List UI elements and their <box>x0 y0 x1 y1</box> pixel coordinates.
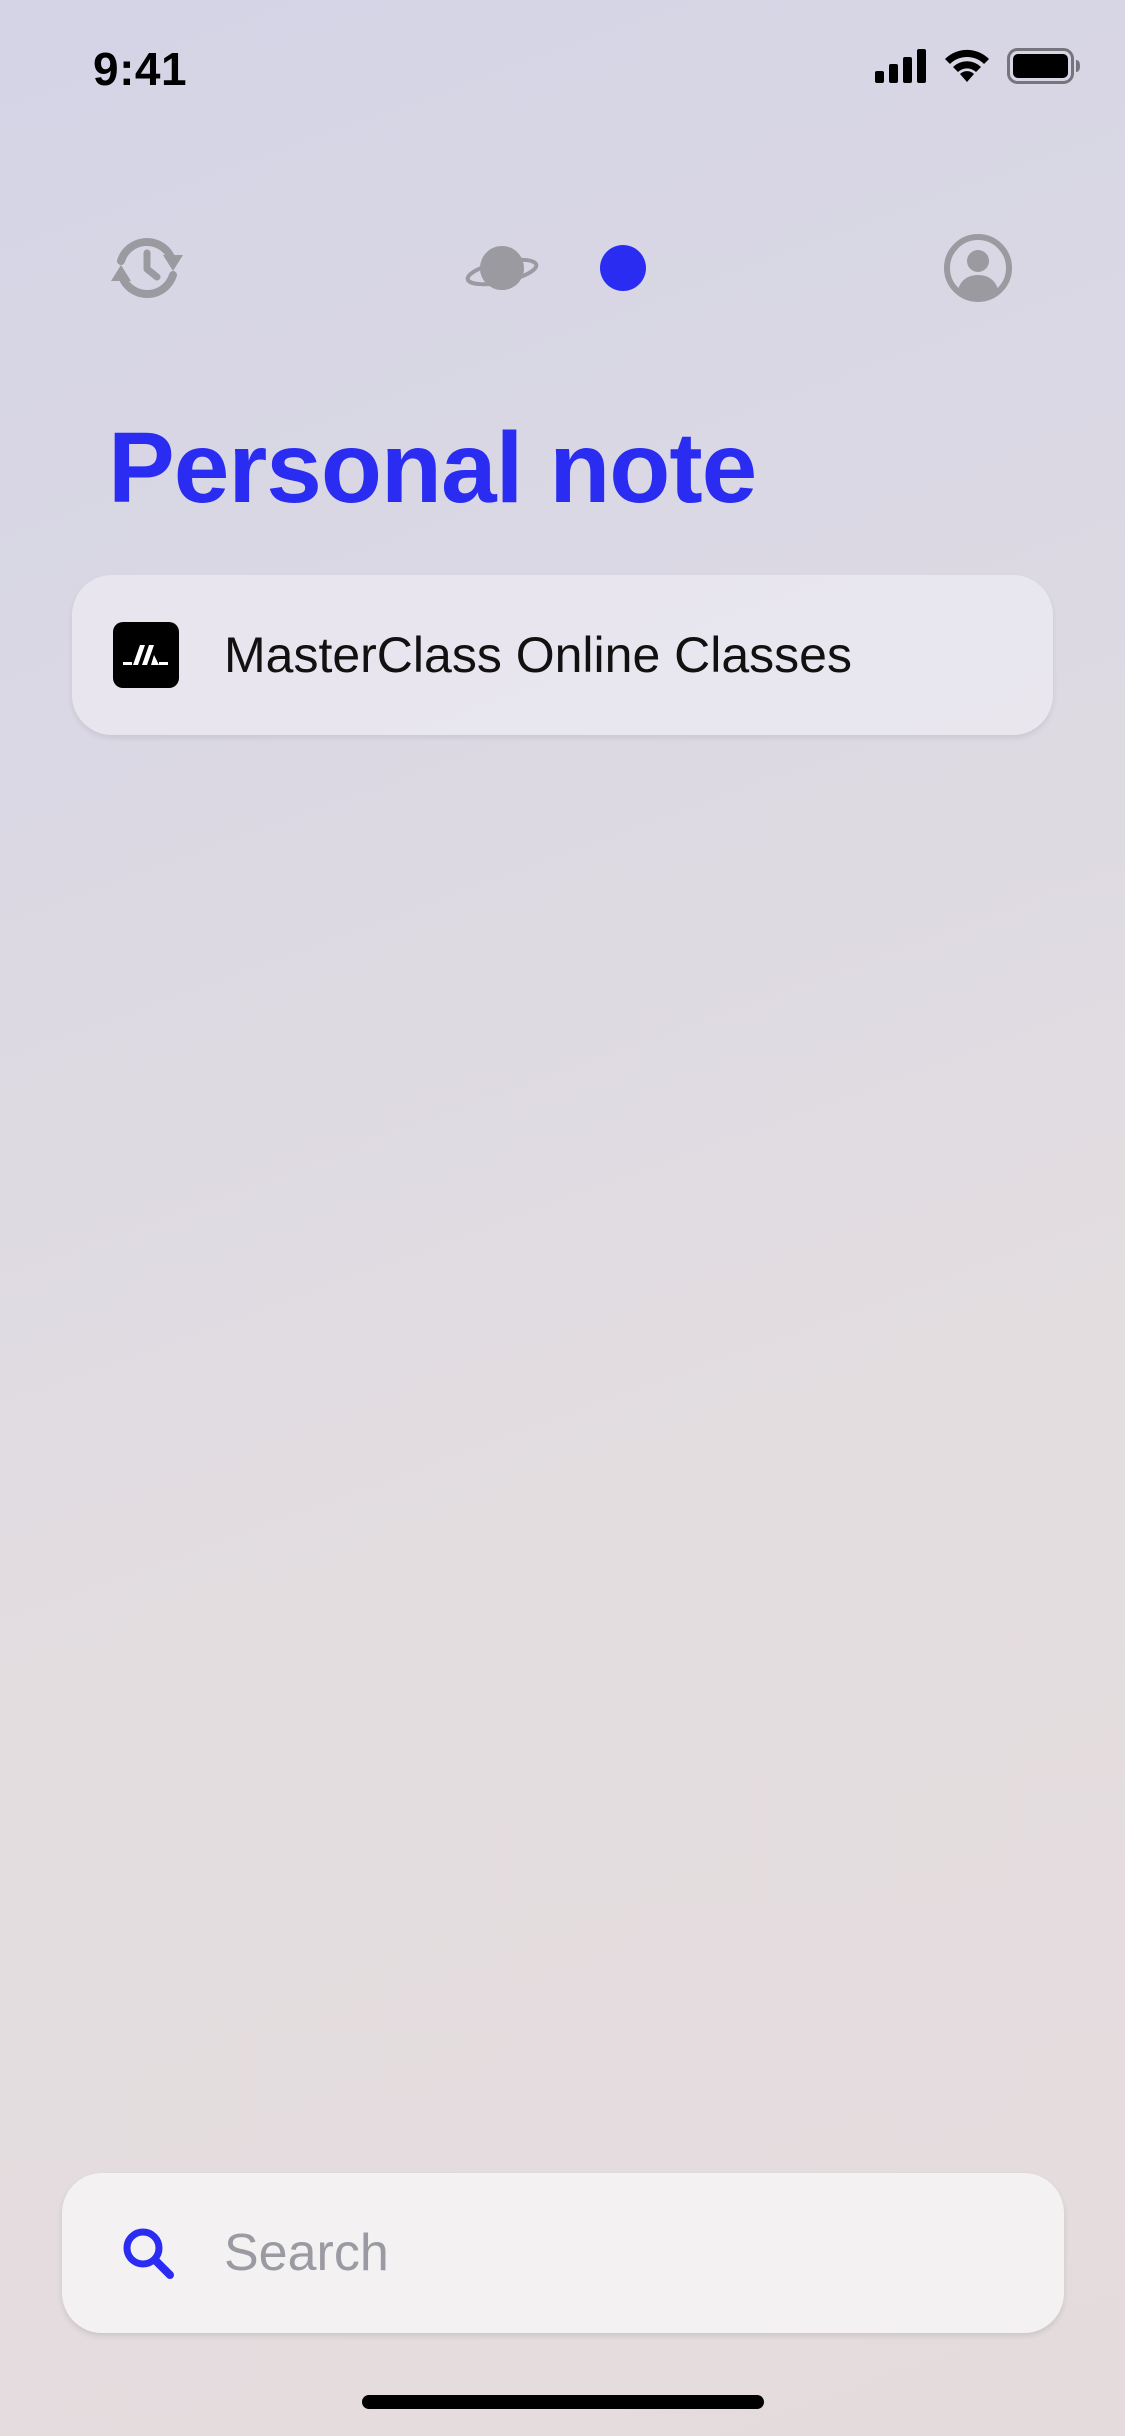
history-icon <box>107 231 187 310</box>
cellular-signal-icon <box>875 49 927 83</box>
profile-icon <box>943 233 1013 308</box>
home-indicator[interactable] <box>362 2395 764 2409</box>
note-card-title: MasterClass Online Classes <box>224 627 852 683</box>
explore-button[interactable] <box>452 220 552 320</box>
status-time: 9:41 <box>93 43 188 95</box>
search-input[interactable] <box>222 2222 986 2284</box>
page-title: Personal note <box>108 412 757 524</box>
status-bar: 9:41 <box>0 0 1125 140</box>
profile-button[interactable] <box>928 220 1028 320</box>
history-button[interactable] <box>97 220 197 320</box>
status-icons <box>875 48 1081 84</box>
dot-icon <box>598 243 648 298</box>
search-icon <box>118 2223 178 2283</box>
masterclass-logo-icon <box>113 622 179 688</box>
wifi-icon <box>943 48 991 84</box>
search-bar[interactable] <box>62 2173 1064 2333</box>
planet-icon <box>464 238 540 303</box>
top-nav <box>0 220 1125 320</box>
battery-icon <box>1007 48 1081 84</box>
personal-notes-button[interactable] <box>573 220 673 320</box>
note-card[interactable]: MasterClass Online Classes <box>72 575 1053 735</box>
